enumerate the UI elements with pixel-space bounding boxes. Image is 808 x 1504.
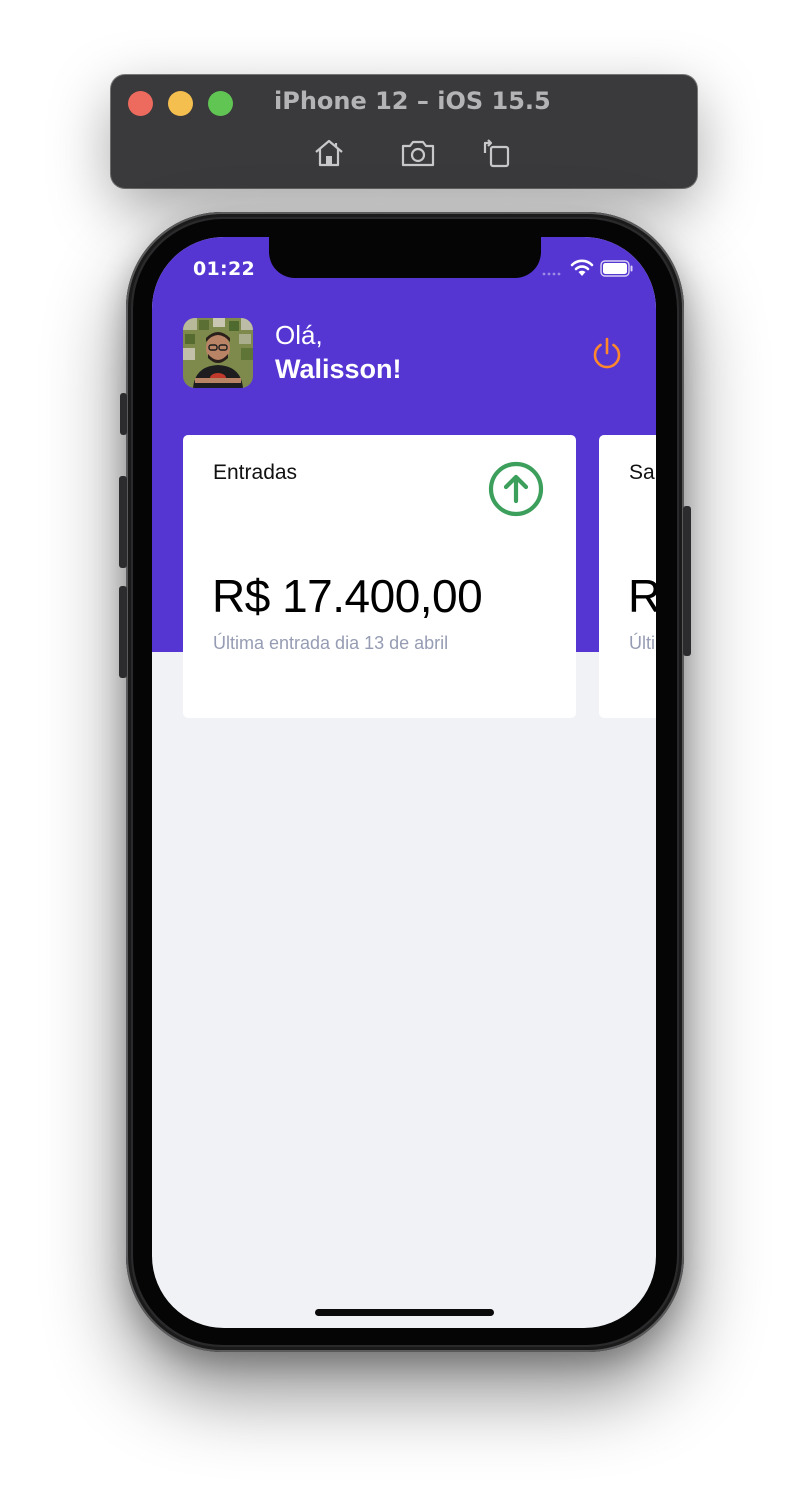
mute-switch[interactable] [120,393,127,435]
volume-down-button[interactable] [119,586,127,678]
battery-icon [600,259,634,281]
income-card[interactable]: Entradas R$ 17.400,00 Última entrada dia… [183,435,576,718]
card-amount: R$ 17.400,00 [212,570,483,622]
card-title: Entradas [213,461,298,484]
signal-icon [542,261,564,280]
card-title: Sa [629,461,655,484]
screenshot-icon[interactable] [400,135,436,171]
power-icon[interactable] [589,336,625,372]
simulator-title: iPhone 12 – iOS 15.5 [274,87,551,115]
arrow-up-circle-icon [488,461,544,517]
simulator-stage: iPhone 12 – iOS 15.5 01:22 Olá, Walisson… [0,0,808,1504]
user-name: Walisson! [275,354,402,384]
card-amount: R [628,570,656,622]
outcome-card[interactable]: Sa R Últi [599,435,656,718]
power-side-button[interactable] [683,506,691,656]
card-last-transaction: Últi [629,633,655,653]
home-icon[interactable] [311,135,347,171]
greeting-text: Olá, [275,320,323,350]
minimize-window-button[interactable] [168,91,193,116]
wifi-icon [570,259,594,281]
card-last-transaction: Última entrada dia 13 de abril [213,633,449,653]
simulator-titlebar: iPhone 12 – iOS 15.5 [111,75,697,188]
notch [269,237,541,278]
close-window-button[interactable] [128,91,153,116]
avatar[interactable] [183,318,253,388]
zoom-window-button[interactable] [208,91,233,116]
status-time: 01:22 [193,258,255,280]
home-indicator[interactable] [315,1309,494,1316]
rotate-icon[interactable] [479,135,515,171]
volume-up-button[interactable] [119,476,127,568]
app-screen: 01:22 Olá, Walisson! Entradas R$ 17.400,… [152,237,656,1328]
status-icons [542,259,634,281]
